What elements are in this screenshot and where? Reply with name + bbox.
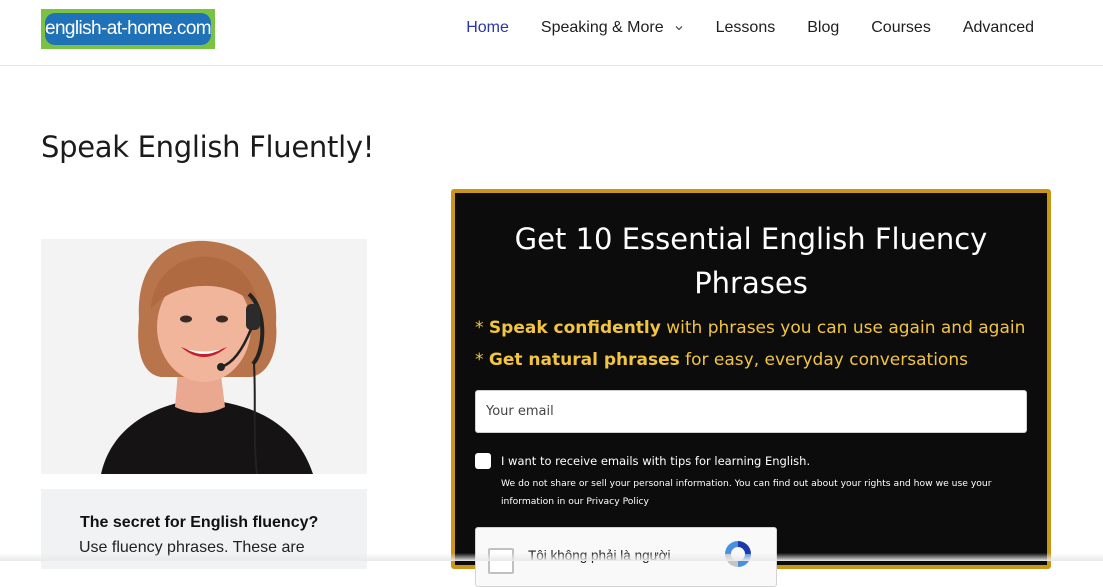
nav-lessons[interactable]: Lessons: [716, 19, 776, 37]
consent-label: I want to receive emails with tips for l…: [501, 454, 811, 468]
nav-lessons-label: Lessons: [715, 19, 776, 36]
recaptcha-checkbox[interactable]: [488, 548, 514, 574]
nav-advanced[interactable]: Advanced: [963, 19, 1034, 37]
bottom-shadow: [0, 553, 1103, 561]
optin-bullet: * Speak confidently with phrases you can…: [475, 318, 1025, 338]
chevron-down-icon: [675, 26, 683, 31]
privacy-note: We do not share or sell your personal in…: [501, 478, 992, 507]
sidebar-heading: The secret for English fluency?: [80, 514, 319, 531]
bullet-rest-text: for easy, everyday conversations: [679, 350, 968, 370]
optin-form: Get 10 Essential English Fluency Phrases…: [451, 189, 1051, 587]
bullet-rest-text: with phrases you can use again and again: [660, 318, 1026, 338]
nav-speaking-more-label: Speaking & More: [540, 19, 664, 36]
nav-home-label: Home: [466, 19, 509, 36]
logo-text: english-at-home.com: [45, 13, 212, 45]
bullet-bold-text: Speak confidently: [488, 318, 661, 338]
nav-courses[interactable]: Courses: [871, 19, 931, 37]
nav-blog-label: Blog: [807, 19, 840, 36]
bullet-prefix: *: [475, 318, 489, 338]
site-logo[interactable]: english-at-home.com: [41, 9, 215, 49]
woman-with-headset-photo: [41, 239, 367, 474]
bullet-bold-text: Get natural phrases: [488, 350, 680, 370]
nav-home[interactable]: Home: [466, 19, 509, 37]
optin-bullet: * Get natural phrases for easy, everyday…: [475, 350, 968, 370]
nav-blog[interactable]: Blog: [807, 19, 839, 37]
page-title: Speak English Fluently!: [41, 130, 375, 164]
site-header: english-at-home.com Home Speaking & More…: [0, 0, 1103, 66]
consent-checkbox[interactable]: [475, 453, 491, 469]
bullet-prefix: *: [475, 350, 489, 370]
nav-speaking-more[interactable]: Speaking & More: [541, 19, 684, 37]
nav-courses-label: Courses: [871, 19, 931, 36]
main-nav: Home Speaking & More Lessons Blog Course…: [434, 0, 1034, 56]
optin-title: Get 10 Essential English Fluency Phrases: [514, 222, 988, 300]
nav-advanced-label: Advanced: [962, 19, 1034, 36]
email-field[interactable]: [475, 390, 1027, 433]
